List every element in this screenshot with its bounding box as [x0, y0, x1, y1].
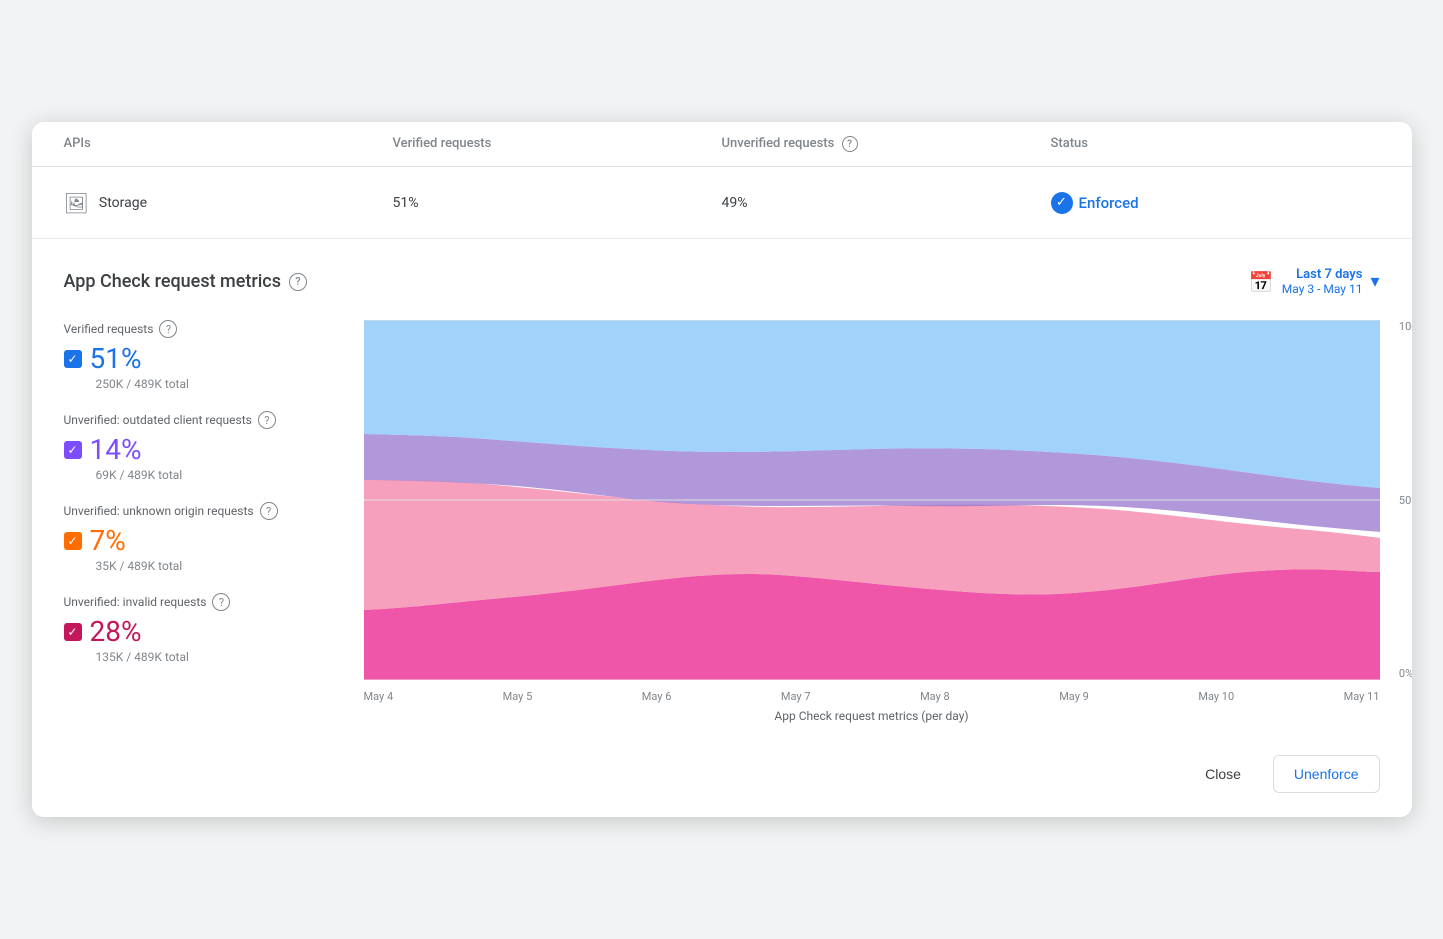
- invalid-value: 28%: [90, 615, 142, 648]
- x-label-may9: May 9: [1059, 690, 1089, 703]
- verified-value: 51%: [90, 342, 142, 375]
- col-unverified: Unverified requests ?: [722, 122, 1051, 167]
- verified-legend-help-icon[interactable]: ?: [159, 320, 177, 338]
- verified-checkbox[interactable]: ✓: [64, 350, 82, 368]
- legend-label-invalid: Unverified: invalid requests: [64, 595, 207, 609]
- legend-item-verified: Verified requests ? ✓ 51% 250K / 489K to…: [64, 320, 340, 391]
- outdated-checkbox[interactable]: ✓: [64, 441, 82, 459]
- date-range-sub: May 3 - May 11: [1282, 282, 1363, 296]
- status-cell: ✓ Enforced: [1051, 176, 1380, 230]
- table-row: 🖼 Storage 51% 49% ✓ Enforced: [32, 167, 1412, 239]
- verified-pct: 51%: [393, 179, 722, 227]
- date-range-label: Last 7 days: [1282, 267, 1363, 282]
- legend-label-verified: Verified requests: [64, 322, 154, 336]
- y-label-50: 50%: [1399, 494, 1412, 507]
- chart-x-title: App Check request metrics (per day): [364, 703, 1380, 739]
- unknown-legend-help-icon[interactable]: ?: [260, 502, 278, 520]
- outdated-value: 14%: [90, 433, 142, 466]
- verified-sub: 250K / 489K total: [96, 377, 340, 391]
- chart-svg: [364, 320, 1380, 680]
- modal: APIs Verified requests Unverified reques…: [32, 122, 1412, 818]
- table-header: APIs Verified requests Unverified reques…: [32, 122, 1412, 168]
- legend-label-unknown: Unverified: unknown origin requests: [64, 504, 254, 518]
- enforced-badge: ✓ Enforced: [1051, 192, 1380, 214]
- unenforce-button[interactable]: Unenforce: [1273, 755, 1380, 793]
- x-label-may11: May 11: [1344, 690, 1380, 703]
- outdated-sub: 69K / 489K total: [96, 468, 340, 482]
- x-label-may5: May 5: [503, 690, 533, 703]
- legend-item-outdated: Unverified: outdated client requests ? ✓…: [64, 411, 340, 482]
- x-axis-labels: May 4 May 5 May 6 May 7 May 8 May 9 May …: [364, 684, 1380, 703]
- unverified-help-icon[interactable]: ?: [842, 136, 858, 152]
- x-label-may4: May 4: [364, 690, 394, 703]
- x-label-may7: May 7: [781, 690, 811, 703]
- date-range-selector[interactable]: 📅 Last 7 days May 3 - May 11 ▾: [1249, 267, 1380, 296]
- metrics-header: App Check request metrics ? 📅 Last 7 day…: [64, 267, 1380, 296]
- metrics-section: App Check request metrics ? 📅 Last 7 day…: [32, 239, 1412, 739]
- x-label-may10: May 10: [1198, 690, 1234, 703]
- calendar-icon: 📅: [1249, 270, 1274, 294]
- unverified-pct: 49%: [722, 179, 1051, 227]
- enforced-check-icon: ✓: [1051, 192, 1073, 214]
- api-cell: 🖼 Storage: [64, 175, 393, 231]
- enforced-label: Enforced: [1079, 194, 1139, 212]
- metrics-content: Verified requests ? ✓ 51% 250K / 489K to…: [64, 320, 1380, 739]
- invalid-checkbox[interactable]: ✓: [64, 623, 82, 641]
- y-label-100: 100%: [1399, 320, 1412, 333]
- x-label-may8: May 8: [920, 690, 950, 703]
- unknown-sub: 35K / 489K total: [96, 559, 340, 573]
- metrics-help-icon[interactable]: ?: [289, 273, 307, 291]
- legend-label-outdated: Unverified: outdated client requests: [64, 413, 252, 427]
- invalid-sub: 135K / 489K total: [96, 650, 340, 664]
- chevron-down-icon: ▾: [1370, 271, 1379, 292]
- storage-icon: 🖼: [64, 191, 89, 215]
- metrics-title: App Check request metrics ?: [64, 271, 307, 292]
- unknown-value: 7%: [90, 524, 126, 557]
- api-name: Storage: [99, 195, 147, 211]
- y-label-0: 0%: [1399, 667, 1412, 680]
- x-label-may6: May 6: [642, 690, 672, 703]
- close-button[interactable]: Close: [1185, 756, 1261, 792]
- outdated-legend-help-icon[interactable]: ?: [258, 411, 276, 429]
- legend-item-invalid: Unverified: invalid requests ? ✓ 28% 135…: [64, 593, 340, 664]
- legend-item-unknown: Unverified: unknown origin requests ? ✓ …: [64, 502, 340, 573]
- legend: Verified requests ? ✓ 51% 250K / 489K to…: [64, 320, 364, 739]
- unknown-checkbox[interactable]: ✓: [64, 532, 82, 550]
- modal-footer: Close Unenforce: [32, 739, 1412, 817]
- chart-container: 100% 50% 0% May 4 May 5 May 6 May 7 May …: [364, 320, 1380, 739]
- col-verified: Verified requests: [393, 122, 722, 167]
- col-status: Status: [1051, 122, 1380, 167]
- col-apis: APIs: [64, 122, 393, 167]
- invalid-legend-help-icon[interactable]: ?: [212, 593, 230, 611]
